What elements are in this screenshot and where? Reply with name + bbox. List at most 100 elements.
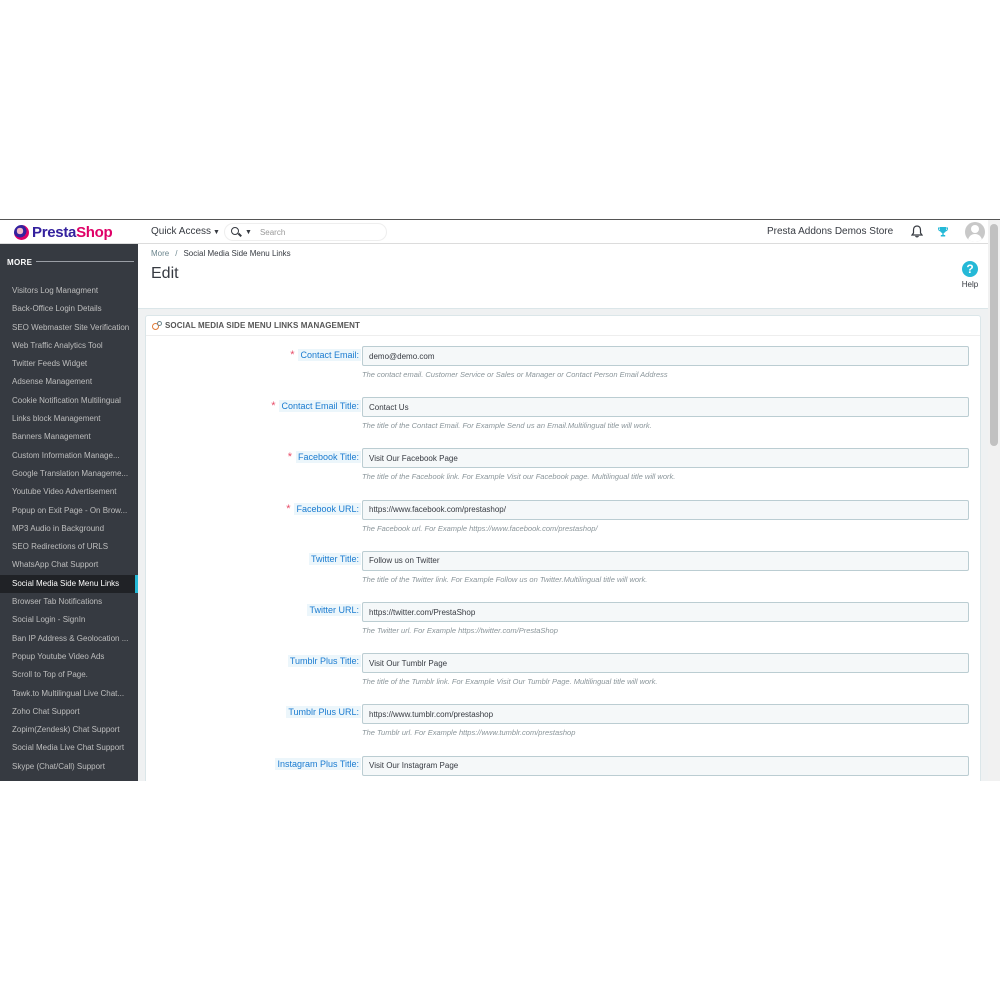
sidebar-item[interactable]: Popup Youtube Video Ads — [0, 648, 138, 666]
top-header: PrestaShop Quick Access▼ ▼ Presta Addons… — [0, 220, 1000, 244]
logo-text: PrestaShop — [32, 223, 113, 241]
trophy-icon[interactable] — [938, 226, 948, 237]
field-label: * Contact Email: — [290, 349, 361, 361]
form-row: *Contact Email:The contact email. Custom… — [146, 346, 982, 394]
field-help-text: The Twitter url. For Example https://twi… — [362, 626, 558, 635]
sidebar-item[interactable]: Custom Information Manage... — [0, 447, 138, 465]
sidebar-item[interactable]: Browser Tab Notifications — [0, 593, 138, 611]
search-icon[interactable] — [231, 226, 243, 238]
search-input[interactable] — [259, 227, 370, 237]
sidebar-item[interactable]: Social Media Side Menu Links — [0, 574, 138, 594]
field-help-text: The title of the Facebook link. For Exam… — [362, 472, 676, 482]
field-label-text[interactable]: Contact Email: — [298, 349, 361, 361]
field-label-text[interactable]: Contact Email Title: — [279, 400, 361, 413]
sidebar: MORE Visitors Log Managment Back-Office L… — [0, 244, 138, 781]
cogs-icon — [152, 321, 162, 330]
sidebar-header: MORE — [0, 244, 138, 282]
form-row: Tumblr Plus Title:The title of the Tumbl… — [146, 653, 982, 701]
prestashop-logo[interactable]: PrestaShop — [14, 223, 113, 241]
sidebar-item[interactable]: SEO Webmaster Site Verification — [0, 319, 138, 337]
field-label: Twitter URL: — [307, 604, 361, 616]
quick-access-label: Quick Access — [151, 226, 212, 237]
field-help-text: The title of the Twitter link. For Examp… — [362, 574, 648, 584]
sidebar-item[interactable]: Google Translation Manageme... — [0, 465, 138, 483]
field-input[interactable] — [362, 499, 969, 520]
form-row: Twitter Title:The title of the Twitter l… — [146, 550, 982, 599]
sidebar-item[interactable]: Back-Office Login Details — [0, 300, 138, 318]
sidebar-item[interactable]: Skype (Chat/Call) Support — [0, 758, 138, 776]
field-help-text: The Facebook url. For Example https://ww… — [362, 523, 598, 533]
sidebar-item[interactable]: Youtube Video Advertisement — [0, 483, 138, 501]
sidebar-item[interactable]: Twitter Feeds Widget — [0, 355, 138, 373]
field-label-text[interactable]: Facebook URL: — [294, 502, 361, 515]
quick-access-dropdown[interactable]: Quick Access ▼ — [151, 226, 220, 237]
sidebar-item[interactable]: Scroll to Top of Page. — [0, 666, 138, 684]
field-input[interactable] — [362, 346, 969, 366]
field-label: Tumblr Plus Title: — [287, 655, 361, 668]
sidebar-item[interactable]: Cookie Notification Multilingual — [0, 392, 138, 410]
field-label-text[interactable]: Facebook Title: — [295, 451, 361, 464]
sidebar-item[interactable]: Links block Management — [0, 410, 138, 428]
breadcrumb: More / Social Media Side Menu Links — [151, 249, 291, 258]
sidebar-item[interactable]: WhatsApp Chat Support — [0, 556, 138, 574]
settings-panel: SOCIAL MEDIA SIDE MENU LINKS MANAGEMENT … — [145, 315, 981, 781]
form-row: Tumblr Plus URL:The Tumblr url. For Exam… — [146, 704, 982, 752]
sidebar-item[interactable]: Zoho Chat Support — [0, 703, 138, 721]
scrollbar-thumb[interactable] — [990, 224, 998, 446]
panel-title: SOCIAL MEDIA SIDE MENU LINKS MANAGEMENT — [165, 321, 361, 330]
sidebar-item[interactable]: Zopim(Zendesk) Chat Support — [0, 721, 138, 739]
field-label: Tumblr Plus URL: — [286, 706, 361, 719]
sidebar-item[interactable]: Banners Management — [0, 428, 138, 446]
field-label-text[interactable]: Twitter URL: — [307, 604, 361, 616]
caret-down-icon: ▼ — [213, 229, 220, 236]
sidebar-item[interactable]: Social Login - SignIn — [0, 611, 138, 629]
sidebar-item[interactable]: Tawk.to Multilingual Live Chat... — [0, 685, 138, 703]
page-title: Edit — [151, 265, 179, 282]
field-label-text[interactable]: Tumblr Plus Title: — [287, 655, 361, 668]
field-input[interactable] — [362, 755, 969, 776]
field-label: * Facebook Title: — [288, 451, 361, 464]
field-help-text: The title of the Contact Email. For Exam… — [362, 421, 652, 431]
sidebar-item[interactable]: Popup on Exit Page - On Brow... — [0, 502, 138, 520]
question-circle-icon: ? — [962, 261, 978, 277]
required-marker: * — [286, 502, 291, 515]
field-label: * Facebook URL: — [286, 502, 361, 515]
user-avatar[interactable] — [965, 222, 985, 242]
field-input[interactable] — [362, 397, 969, 418]
sidebar-divider — [36, 261, 134, 262]
sidebar-item[interactable]: MP3 Audio in Background — [0, 520, 138, 538]
sidebar-item[interactable]: Jivo Chat Support — [0, 776, 138, 781]
field-input[interactable] — [362, 550, 969, 571]
sidebar-item[interactable]: Visitors Log Managment — [0, 282, 138, 300]
breadcrumb-separator: / — [175, 249, 178, 258]
field-label: Twitter Title: — [308, 552, 361, 565]
search-caret-icon[interactable]: ▼ — [245, 229, 252, 236]
field-label-text[interactable]: Tumblr Plus URL: — [286, 706, 361, 719]
field-input[interactable] — [362, 653, 969, 674]
field-help-text: The contact email. Customer Service or S… — [362, 370, 668, 379]
sidebar-item[interactable]: SEO Redirections of URLS — [0, 538, 138, 556]
field-label-text[interactable]: Instagram Plus Title: — [275, 757, 361, 770]
field-input[interactable] — [362, 448, 969, 469]
field-label: Instagram Plus Title: — [275, 757, 361, 770]
sidebar-list: Visitors Log Managment Back-Office Login … — [0, 282, 138, 781]
store-name-link[interactable]: Presta Addons Demos Store — [767, 226, 893, 237]
help-label: Help — [961, 280, 979, 289]
sidebar-item[interactable]: Ban IP Address & Geolocation ... — [0, 630, 138, 648]
breadcrumb-root[interactable]: More — [151, 249, 169, 258]
sidebar-item[interactable]: Social Media Live Chat Support — [0, 739, 138, 757]
bell-icon[interactable] — [911, 225, 923, 238]
page-scrollbar[interactable] — [988, 220, 1000, 781]
help-button[interactable]: ? Help — [955, 261, 985, 289]
field-label-text[interactable]: Twitter Title: — [308, 552, 361, 565]
search-box: ▼ — [224, 223, 387, 241]
sidebar-section-title: MORE — [7, 258, 33, 267]
field-input[interactable] — [362, 602, 969, 622]
form-row: *Contact Email Title:The title of the Co… — [146, 397, 982, 445]
form-row: *Facebook URL:The Facebook url. For Exam… — [146, 499, 982, 548]
form-row: Twitter URL: The Twitter url. For Example… — [146, 602, 982, 650]
sidebar-item[interactable]: Web Traffic Analytics Tool — [0, 337, 138, 355]
field-input[interactable] — [362, 704, 969, 725]
sidebar-item[interactable]: Adsense Management — [0, 373, 138, 391]
form-row: Instagram Plus Title: — [146, 755, 982, 781]
